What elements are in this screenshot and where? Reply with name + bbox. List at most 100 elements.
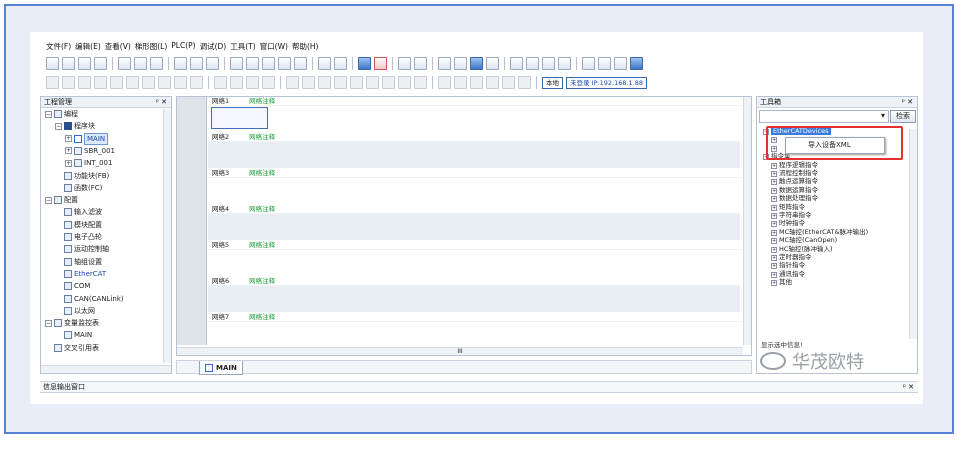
instruction-group[interactable]: + 流程控制指令 (771, 169, 818, 177)
monitor-icon[interactable] (438, 57, 451, 70)
arrow-up-icon[interactable] (502, 76, 515, 89)
network-comment[interactable]: 网络注释 (249, 133, 275, 141)
menu-item[interactable]: 编辑(E) (75, 41, 101, 53)
instruction-group[interactable]: + MC轴控(CanOpen) (771, 236, 837, 245)
stop-icon[interactable] (374, 57, 387, 70)
download-icon[interactable] (398, 57, 411, 70)
expand-icon[interactable]: + (771, 171, 777, 177)
collapse-icon[interactable]: − (55, 122, 62, 130)
cut-icon[interactable] (118, 57, 131, 70)
tree-item[interactable]: − 程序块 (55, 121, 95, 131)
instruction-group[interactable]: + MC轴控(EtherCAT&脉冲输出) (771, 228, 868, 236)
network-body[interactable] (208, 106, 740, 132)
function-a-icon[interactable] (398, 76, 411, 89)
contact-parallel-nc-icon[interactable] (158, 76, 171, 89)
pipe-icon[interactable] (454, 76, 467, 89)
panel-pin-close-icon[interactable]: ᵖ ✕ (903, 382, 914, 393)
expand-icon[interactable]: + (771, 179, 777, 186)
network-body[interactable] (208, 214, 740, 240)
contact-b-icon[interactable] (302, 76, 315, 89)
function-block-icon[interactable] (366, 76, 379, 89)
tree-item[interactable]: + MAIN (65, 132, 109, 145)
panel-pin-close-icon[interactable]: ᵖ ✕ (156, 97, 167, 108)
dash-icon[interactable] (438, 76, 451, 89)
search-button[interactable]: 检索 (890, 110, 916, 123)
contact-e-icon[interactable] (350, 76, 363, 89)
ladder-vscrollbar[interactable] (743, 97, 751, 345)
run-icon[interactable] (358, 57, 371, 70)
align-alt-icon[interactable] (558, 57, 571, 70)
instruction-group[interactable]: + 通讯指令 (771, 270, 805, 278)
ladder-network[interactable]: 网络1 网络注释 (208, 97, 740, 133)
compile-icon[interactable] (318, 57, 331, 70)
instruction-group[interactable]: + 定时器指令 (771, 253, 812, 261)
contact-rise-icon[interactable] (126, 76, 139, 89)
expand-icon[interactable]: + (65, 159, 72, 167)
tree-item[interactable]: 电子凸轮 (55, 232, 102, 242)
menu-item[interactable]: 梯形图(L) (135, 41, 168, 53)
window-icon[interactable] (278, 57, 291, 70)
tree-item[interactable]: CAN(CANLink) (55, 294, 124, 304)
tree-item[interactable]: MAIN (55, 330, 92, 340)
expand-icon[interactable]: + (771, 162, 777, 169)
network-body[interactable] (208, 178, 740, 204)
instruction-group[interactable]: + 触点运算指令 (771, 177, 818, 186)
arrow-down-icon[interactable] (518, 76, 531, 89)
toolbox-scrollbar[interactable] (909, 129, 917, 339)
tree-item[interactable]: 以太网 (55, 306, 95, 316)
instruction-group[interactable]: + 时钟指令 (771, 219, 805, 228)
network-comment[interactable]: 网络注释 (249, 313, 275, 321)
ladder-network[interactable]: 网络5 网络注释 (208, 241, 740, 277)
instruction-group[interactable]: + 数据处理指令 (771, 194, 818, 203)
menu-item[interactable]: 文件(F) (46, 41, 71, 53)
ladder-view-icon[interactable] (46, 76, 59, 89)
menu-item[interactable]: 工具(T) (230, 41, 255, 53)
login-status[interactable]: 未登录 IP:192.168.1.88 (566, 76, 648, 89)
tree-item[interactable]: COM (55, 281, 90, 291)
tree-item[interactable]: + INT_001 (65, 158, 112, 168)
slash-icon[interactable] (470, 76, 483, 89)
instruction-group[interactable]: + 指针指令 (771, 261, 805, 270)
expand-icon[interactable]: + (771, 221, 777, 228)
edit-icon[interactable] (486, 57, 499, 70)
menu-item[interactable]: 调试(D) (200, 41, 227, 53)
panel-pin-close-icon[interactable]: ᵖ ✕ (902, 97, 913, 108)
expand-icon[interactable]: + (771, 263, 777, 270)
ladder-network[interactable]: 网络4 网络注释 (208, 205, 740, 241)
tree-item[interactable]: − 变量监控表 (45, 318, 99, 328)
instruction-group[interactable]: + HC轴控(脉冲输入) (771, 245, 833, 253)
expand-icon[interactable]: + (771, 213, 777, 219)
st-view-icon[interactable] (78, 76, 91, 89)
hline-icon[interactable] (214, 76, 227, 89)
expand-icon[interactable]: + (65, 135, 72, 143)
menu-item[interactable]: 帮助(H) (292, 41, 319, 53)
ladder-network[interactable]: 网络2 网络注释 (208, 133, 740, 169)
tree-item[interactable]: EtherCAT (55, 269, 106, 279)
network-comment[interactable]: 网络注释 (249, 277, 275, 285)
delete-icon[interactable] (206, 57, 219, 70)
coil-icon[interactable] (246, 76, 259, 89)
network-config-icon[interactable] (262, 57, 275, 70)
local-button[interactable]: 本地 (542, 76, 563, 89)
expand-icon[interactable]: + (771, 246, 777, 253)
tree-item[interactable]: 功能块(FB) (55, 171, 109, 181)
window-alt-icon[interactable] (294, 57, 307, 70)
selected-ladder-cell[interactable] (211, 107, 268, 129)
function-b-icon[interactable] (414, 76, 427, 89)
instruction-group[interactable]: + 其他 (771, 278, 792, 287)
contact-a-icon[interactable] (286, 76, 299, 89)
debug-icon[interactable] (470, 57, 483, 70)
network-icon[interactable] (246, 57, 259, 70)
expand-icon[interactable]: + (771, 229, 777, 236)
network-comment[interactable]: 网络注释 (249, 205, 275, 213)
expand-icon[interactable]: + (771, 255, 777, 261)
ladder-network[interactable]: 网络6 网络注释 (208, 277, 740, 313)
layout-icon[interactable] (510, 57, 523, 70)
network-body[interactable] (208, 250, 740, 276)
network-body[interactable] (208, 142, 740, 168)
collapse-icon[interactable]: − (45, 319, 52, 327)
paste-icon[interactable] (150, 57, 163, 70)
tree-item[interactable]: 模块配置 (55, 220, 102, 230)
tree-item[interactable]: 运动控制轴 (55, 244, 109, 254)
tree-item[interactable]: 函数(FC) (55, 183, 102, 193)
